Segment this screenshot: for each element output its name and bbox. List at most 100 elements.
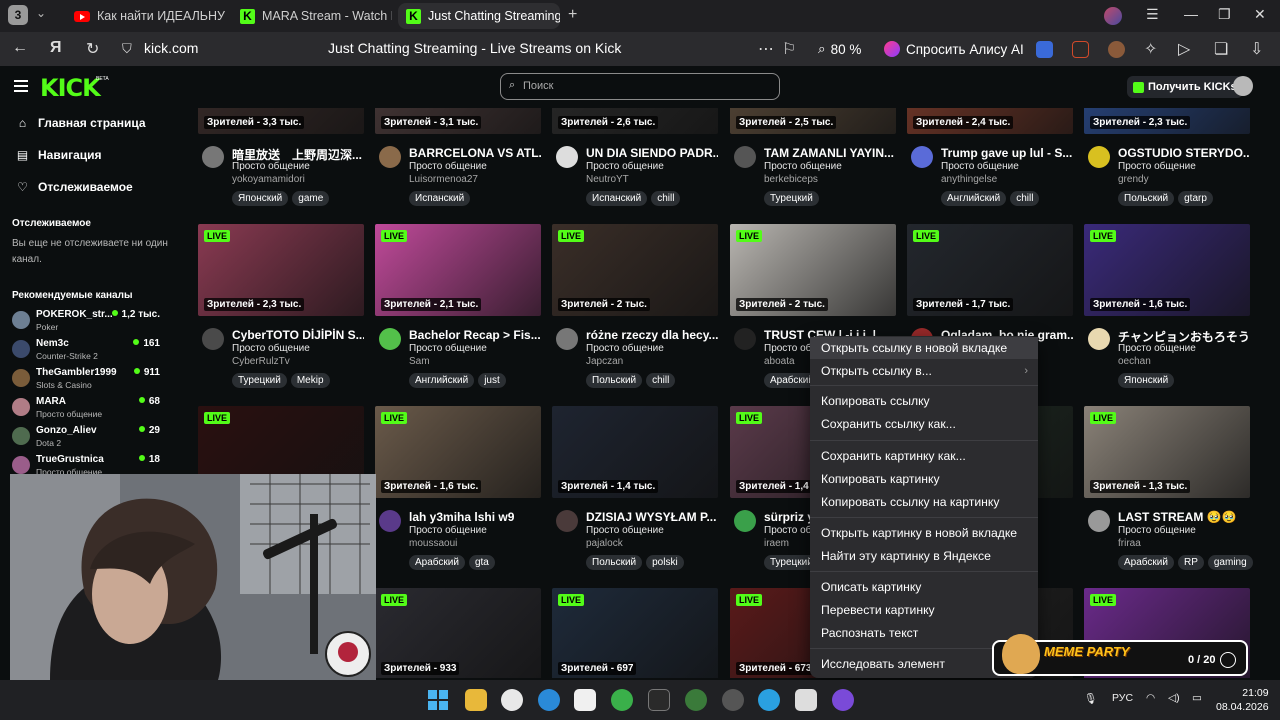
- browser-tab-1[interactable]: Как найти ИДЕАЛЬНУЮ: [66, 3, 226, 29]
- edge-icon[interactable]: [538, 689, 560, 711]
- stream-title[interactable]: Bachelor Recap > Fis...: [409, 328, 541, 342]
- sidebar-channel[interactable]: MARA Просто общение 68: [12, 395, 172, 423]
- context-menu-item[interactable]: Копировать картинку: [810, 468, 1038, 490]
- stream-category[interactable]: Просто общение: [232, 161, 310, 172]
- avatar[interactable]: [202, 328, 224, 350]
- stream-thumbnail[interactable]: Зрителей - 2,4 тыс.: [907, 108, 1073, 134]
- stream-username[interactable]: moussaoui: [409, 538, 457, 549]
- stream-category[interactable]: Просто общение: [409, 161, 487, 172]
- avatar[interactable]: [734, 146, 756, 168]
- hamburger-icon[interactable]: [14, 80, 28, 92]
- stream-username[interactable]: grendy: [1118, 174, 1149, 185]
- clock[interactable]: 21:09 08.04.2026: [1216, 686, 1269, 714]
- tag[interactable]: Турецкий: [232, 373, 287, 388]
- tag[interactable]: just: [478, 373, 506, 388]
- tag[interactable]: Японский: [1118, 373, 1175, 388]
- stream-thumbnail[interactable]: Зрителей - 3,1 тыс.: [375, 108, 541, 134]
- tag[interactable]: Арабский: [409, 555, 465, 570]
- telegram-icon[interactable]: [758, 689, 780, 711]
- tag[interactable]: gtarp: [1178, 191, 1213, 206]
- tag[interactable]: game: [292, 191, 330, 206]
- stream-thumbnail[interactable]: Зрителей - 3,3 тыс.: [198, 108, 364, 134]
- app-icon[interactable]: [648, 689, 670, 711]
- stream-thumbnail[interactable]: LIVE Зрителей - 933: [375, 588, 541, 678]
- tag[interactable]: chill: [646, 373, 676, 388]
- stream-category[interactable]: Просто общение: [1118, 343, 1196, 354]
- stream-username[interactable]: yokoyamamidori: [232, 174, 305, 185]
- stream-thumbnail[interactable]: Зрителей - 2,5 тыс.: [730, 108, 896, 134]
- tag[interactable]: gaming: [1207, 555, 1253, 570]
- windows-start-icon[interactable]: [428, 690, 448, 710]
- get-kicks-button[interactable]: Получить KICKs: [1127, 76, 1243, 98]
- stream-title[interactable]: BARRCELONA VS ATL...: [409, 146, 541, 160]
- minimize-icon[interactable]: —: [1184, 6, 1198, 22]
- app-icon[interactable]: [685, 689, 707, 711]
- avatar[interactable]: [734, 510, 756, 532]
- app-icon[interactable]: [795, 689, 817, 711]
- tag[interactable]: Испанский: [586, 191, 648, 206]
- sidebar-channel[interactable]: TheGambler1999 Slots & Casino 911: [12, 366, 172, 394]
- ask-alice-button[interactable]: Спросить Алису AI: [876, 37, 1032, 61]
- stream-category[interactable]: Просто общение: [232, 343, 310, 354]
- stream-thumbnail[interactable]: LIVE Зрителей - 2 тыс.: [730, 224, 896, 316]
- stream-username[interactable]: friraa: [1118, 538, 1141, 549]
- tag[interactable]: gta: [468, 555, 495, 570]
- stream-title[interactable]: Trump gave up lul - S...: [941, 146, 1073, 160]
- sidebar-item-following[interactable]: ♡ Отслеживаемое: [16, 180, 133, 194]
- wifi-icon[interactable]: ◠: [1146, 692, 1155, 704]
- avatar[interactable]: [379, 146, 401, 168]
- stream-title[interactable]: UN DIA SIENDO PADR...: [586, 146, 718, 160]
- stream-username[interactable]: NeutroYT: [586, 174, 629, 185]
- microphone-icon[interactable]: 🎙: [1084, 692, 1097, 705]
- stream-username[interactable]: pajalock: [586, 538, 623, 549]
- stream-category[interactable]: Просто общение: [586, 525, 664, 536]
- avatar[interactable]: [556, 146, 578, 168]
- stream-thumbnail[interactable]: LIVE Зрителей - 2,1 тыс.: [375, 224, 541, 316]
- tag[interactable]: Английский: [941, 191, 1007, 206]
- app-icon[interactable]: [611, 689, 633, 711]
- tab-count-badge[interactable]: 3: [8, 5, 28, 25]
- tag[interactable]: RP: [1177, 555, 1204, 570]
- extension-icon[interactable]: [1072, 41, 1089, 58]
- stream-title[interactable]: różne rzeczy dla hecy...: [586, 328, 718, 342]
- yandex-icon[interactable]: Я: [50, 39, 62, 57]
- stream-category[interactable]: Просто общение: [764, 161, 842, 172]
- avatar[interactable]: [911, 146, 933, 168]
- stream-username[interactable]: aboata: [764, 356, 795, 367]
- stream-thumbnail[interactable]: LIVE Зрителей - 2,3 тыс.: [198, 224, 364, 316]
- bookmark-icon[interactable]: ⚐: [782, 39, 796, 59]
- capcut-icon[interactable]: [574, 689, 596, 711]
- context-menu-item[interactable]: Описать картинку: [810, 576, 1038, 598]
- avatar[interactable]: [379, 510, 401, 532]
- kick-logo[interactable]: KICK: [40, 74, 101, 102]
- context-menu-item[interactable]: Открыть ссылку в... ›: [810, 360, 1038, 382]
- avatar[interactable]: [734, 328, 756, 350]
- stream-title[interactable]: CyberTOTO DİJİPİN S...: [232, 328, 364, 342]
- stream-thumbnail[interactable]: Зрителей - 2,3 тыс.: [1084, 108, 1250, 134]
- stream-category[interactable]: Просто общение: [941, 161, 1019, 172]
- collections-icon[interactable]: ❏: [1214, 39, 1228, 59]
- stream-thumbnail[interactable]: LIVE Зрителей - 2 тыс.: [552, 224, 718, 316]
- chevron-down-icon[interactable]: ⌄: [36, 6, 46, 20]
- search-input[interactable]: ⌕ Поиск: [500, 73, 780, 100]
- avatar[interactable]: [1088, 328, 1110, 350]
- avatar[interactable]: [1233, 76, 1253, 96]
- context-menu-item[interactable]: Сохранить картинку как...: [810, 445, 1038, 467]
- close-window-icon[interactable]: ✕: [1254, 6, 1266, 23]
- tag[interactable]: Польский: [586, 373, 643, 388]
- stream-username[interactable]: Luisormenoa27: [409, 174, 478, 185]
- avatar[interactable]: [202, 146, 224, 168]
- stream-thumbnail[interactable]: Зрителей - 1,4 тыс.: [552, 406, 718, 498]
- avatar[interactable]: [556, 510, 578, 532]
- extension-icon[interactable]: [1036, 41, 1053, 58]
- downloads-icon[interactable]: ⇩: [1250, 39, 1263, 59]
- zoom-button[interactable]: ⌕ 80 %: [812, 37, 867, 61]
- tag[interactable]: chill: [651, 191, 681, 206]
- context-menu-item[interactable]: Найти эту картинку в Яндексе: [810, 545, 1038, 567]
- stream-title[interactable]: TAM ZAMANLI YAYIN...: [764, 146, 896, 160]
- tag[interactable]: Турецкий: [764, 191, 819, 206]
- stream-username[interactable]: oechan: [1118, 356, 1151, 367]
- stream-username[interactable]: anythingelse: [941, 174, 997, 185]
- profile-avatar[interactable]: [1104, 7, 1122, 25]
- context-menu-item[interactable]: Открыть ссылку в новой вкладке: [810, 337, 1038, 359]
